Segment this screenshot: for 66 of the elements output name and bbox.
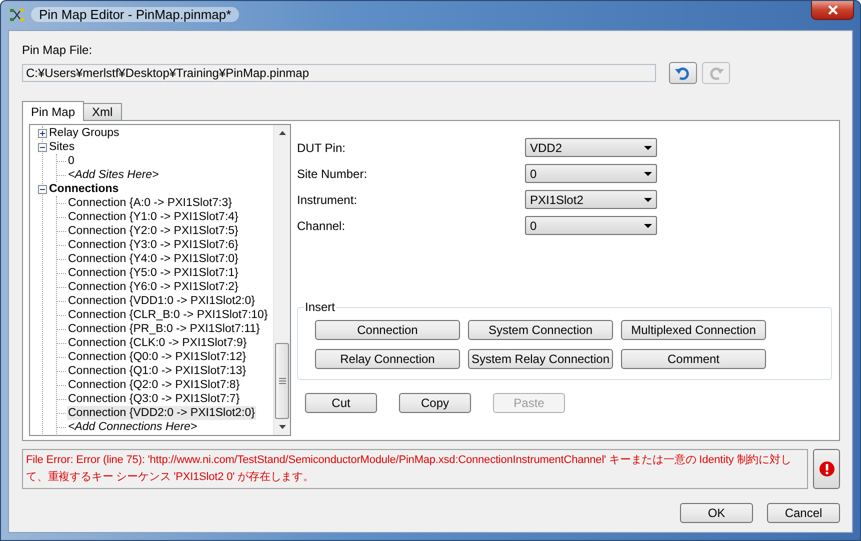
tree-item[interactable]: Connection {Y6:0 -> PXI1Slot7:2} (67, 280, 240, 294)
tree-item[interactable]: Connection {Y4:0 -> PXI1Slot7:0} (67, 252, 240, 266)
tree-item[interactable]: Connection {Q1:0 -> PXI1Slot7:13} (67, 364, 248, 378)
scroll-up-icon[interactable] (278, 131, 286, 135)
collapse-icon[interactable] (38, 184, 47, 194)
edit-button[interactable]: Cut (305, 393, 377, 413)
field-label: DUT Pin: (297, 140, 346, 154)
dialog-button[interactable]: Cancel (767, 503, 840, 523)
tree-placeholder[interactable]: <Add Connections Here> (67, 420, 198, 434)
scroll-down-icon[interactable] (278, 425, 286, 429)
caret-icon (644, 224, 652, 228)
tree-item[interactable]: Connection {CLR_B:0 -> PXI1Slot7:10} (67, 308, 269, 322)
tree-item[interactable]: Connection {A:0 -> PXI1Slot7:3} (67, 196, 233, 210)
insert-button[interactable]: Connection (315, 320, 460, 340)
caret-icon (644, 198, 652, 202)
tree-item[interactable]: Connection {Q3:0 -> PXI1Slot7:7} (67, 392, 241, 406)
tab[interactable]: Pin Map (22, 101, 84, 121)
scrollbar[interactable] (273, 125, 290, 435)
field-label: Site Number: (297, 166, 368, 180)
pin-map-icon (9, 7, 25, 23)
dropdown[interactable]: VDD2 (525, 138, 657, 157)
error-message: File Error: Error (line 75): 'http://www.ni.com/TestStand/SemiconductorModule/PinMap.xsd:ConnectionInstrumentChannel' キーまたは一意の Identity 制約に対して、重複するキー シーケンス 'PXI1Slot2 0' が存在します。 (22, 449, 808, 489)
scroll-thumb[interactable] (275, 343, 289, 419)
dropdown[interactable]: PXI1Slot2 (525, 190, 657, 209)
dialog-button[interactable]: OK (680, 503, 753, 523)
tree-item[interactable]: Connection {VDD2:0 -> PXI1Slot2:0} (67, 406, 256, 420)
collapse-icon[interactable] (38, 142, 47, 152)
insert-button[interactable]: Comment (621, 349, 766, 369)
close-button[interactable] (811, 1, 854, 20)
insert-button[interactable]: System Connection (468, 320, 613, 340)
error-icon (818, 461, 835, 477)
caret-icon (644, 146, 652, 150)
tree-item[interactable]: Sites (48, 140, 76, 154)
expand-icon[interactable] (38, 128, 47, 138)
tree-item[interactable]: Connections (48, 182, 120, 196)
file-label: Pin Map File: (22, 42, 94, 59)
insert-button[interactable]: Multiplexed Connection (621, 320, 766, 340)
tree-item[interactable]: 0 (67, 154, 76, 168)
insert-button[interactable]: Relay Connection (315, 349, 460, 369)
tree-item[interactable]: Connection {CLK:0 -> PXI1Slot7:9} (67, 336, 248, 350)
file-path-field[interactable]: C:¥Users¥merlstf¥Desktop¥Training¥PinMap.pinmap (22, 64, 656, 82)
tree-item[interactable]: Connection {Y1:0 -> PXI1Slot7:4} (67, 210, 240, 224)
dropdown[interactable]: 0 (525, 164, 657, 183)
field-label: Instrument: (297, 192, 358, 206)
tree-item[interactable]: Connection {Q0:0 -> PXI1Slot7:12} (67, 350, 248, 364)
undo-button[interactable] (669, 62, 697, 84)
dropdown[interactable]: 0 (525, 216, 657, 235)
redo-arrow-icon (707, 65, 725, 81)
field-label: Channel: (297, 218, 346, 232)
insert-button[interactable]: System Relay Connection (468, 349, 613, 369)
group-title: Insert (304, 300, 336, 314)
close-icon (826, 5, 838, 15)
error-button[interactable] (813, 449, 840, 489)
edit-button[interactable]: Copy (399, 393, 471, 413)
window-title: Pin Map Editor - PinMap.pinmap* (31, 7, 240, 22)
tab[interactable]: Xml (83, 103, 122, 120)
tree-item[interactable]: Connection {VDD1:0 -> PXI1Slot2:0} (67, 294, 256, 308)
tree-placeholder[interactable]: <Add Sites Here> (67, 168, 160, 182)
undo-arrow-icon (674, 65, 692, 81)
tree-item[interactable]: Connection {PR_B:0 -> PXI1Slot7:11} (67, 322, 261, 336)
tree-item[interactable]: Connection {Q2:0 -> PXI1Slot7:8} (67, 378, 241, 392)
tree-item[interactable]: Relay Groups (48, 126, 120, 140)
tree-item[interactable]: Connection {Y2:0 -> PXI1Slot7:5} (67, 224, 240, 238)
tree-item[interactable]: Connection {Y3:0 -> PXI1Slot7:6} (67, 238, 240, 252)
tree-item[interactable]: Connection {Y5:0 -> PXI1Slot7:1} (67, 266, 240, 280)
caret-icon (644, 172, 652, 176)
